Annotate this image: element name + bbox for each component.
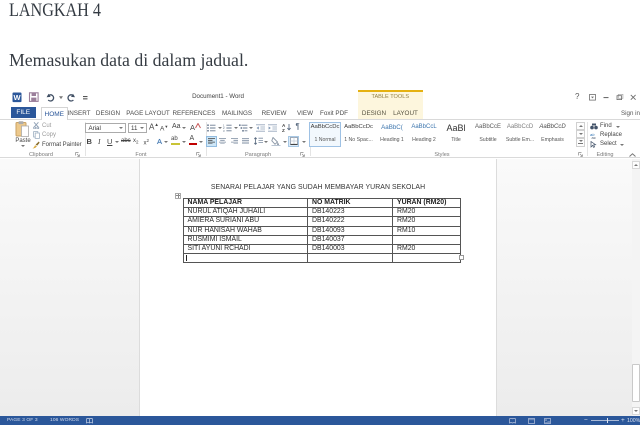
svg-text:Z: Z: [282, 128, 285, 132]
svg-text:W: W: [13, 93, 21, 102]
svg-text:3: 3: [223, 129, 225, 132]
svg-text:ac: ac: [592, 135, 596, 139]
